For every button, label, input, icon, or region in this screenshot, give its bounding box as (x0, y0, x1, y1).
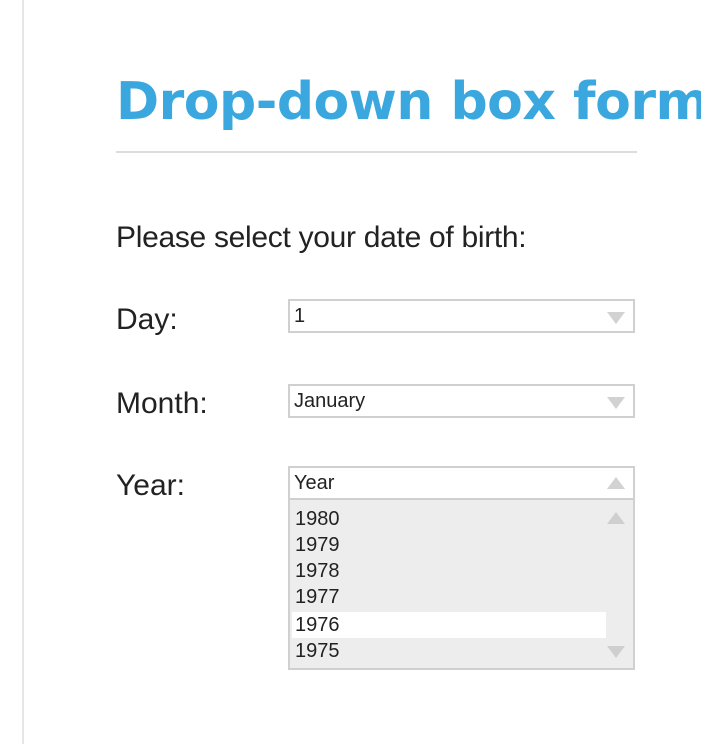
chevron-down-icon (607, 312, 625, 324)
year-option[interactable]: 1975 (292, 638, 606, 664)
page-title: Drop-down box form (116, 72, 701, 132)
year-option-highlighted[interactable]: 1976 (292, 612, 606, 638)
year-option[interactable]: 1977 (292, 584, 606, 610)
page: Drop-down box form Please select your da… (0, 0, 701, 744)
scroll-down-arrow-icon[interactable] (607, 646, 625, 658)
scroll-up-arrow-icon[interactable] (607, 512, 625, 524)
day-select[interactable]: 1 (288, 299, 635, 333)
year-select-value: Year (294, 472, 335, 494)
year-options-list[interactable]: 1980 1979 1978 1977 1976 1975 (288, 500, 635, 670)
left-divider (22, 0, 24, 744)
year-select[interactable]: Year (288, 466, 635, 500)
form-prompt: Please select your date of birth: (116, 221, 527, 254)
title-divider (116, 151, 637, 153)
year-option[interactable]: 1978 (292, 558, 606, 584)
day-select-value: 1 (294, 305, 306, 327)
year-label: Year: (116, 469, 185, 502)
month-select[interactable]: January (288, 384, 635, 418)
chevron-up-icon (607, 477, 625, 489)
year-option[interactable]: 1980 (292, 506, 606, 532)
chevron-down-icon (607, 397, 625, 409)
month-select-value: January (294, 390, 366, 412)
day-label: Day: (116, 303, 178, 336)
year-option[interactable]: 1979 (292, 532, 606, 558)
month-label: Month: (116, 387, 208, 420)
